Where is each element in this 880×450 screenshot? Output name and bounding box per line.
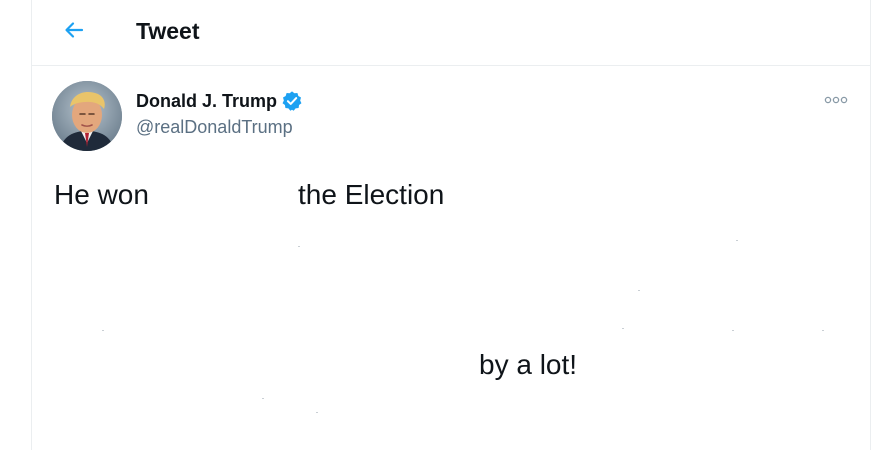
arrow-left-icon (65, 22, 84, 38)
main-column: Tweet Donald J. Trump @realDonaldTrump H… (31, 0, 871, 450)
erasure-artifact (732, 330, 734, 331)
author-display-name[interactable]: Donald J. Trump (136, 91, 277, 112)
verified-badge-icon (281, 90, 303, 112)
profile-photo-image (52, 81, 122, 151)
tweet-text-fragment: He won (54, 179, 149, 210)
author-handle[interactable]: @realDonaldTrump (136, 117, 303, 138)
page-header: Tweet (32, 0, 870, 66)
erasure-artifact (638, 290, 640, 291)
erasure-artifact (102, 330, 104, 331)
avatar[interactable] (52, 81, 122, 151)
erasure-artifact (822, 330, 824, 331)
page-title: Tweet (136, 18, 200, 44)
tweet-author: Donald J. Trump @realDonaldTrump (136, 89, 303, 138)
erasure-artifact (316, 412, 318, 413)
author-name-row: Donald J. Trump (136, 89, 303, 113)
erasure-artifact (298, 246, 300, 247)
more-options-button[interactable] (820, 90, 852, 110)
tweet-text-fragment: by a lot! (479, 349, 578, 380)
erasure-artifact (622, 328, 624, 329)
erasure-artifact (736, 240, 738, 241)
back-button[interactable] (60, 16, 88, 44)
erasure-artifact (262, 398, 264, 399)
tweet-page: Tweet Donald J. Trump @realDonaldTrump H… (0, 0, 880, 450)
more-options-icon (824, 96, 848, 104)
tweet-text-fragment: the Election (298, 179, 445, 210)
